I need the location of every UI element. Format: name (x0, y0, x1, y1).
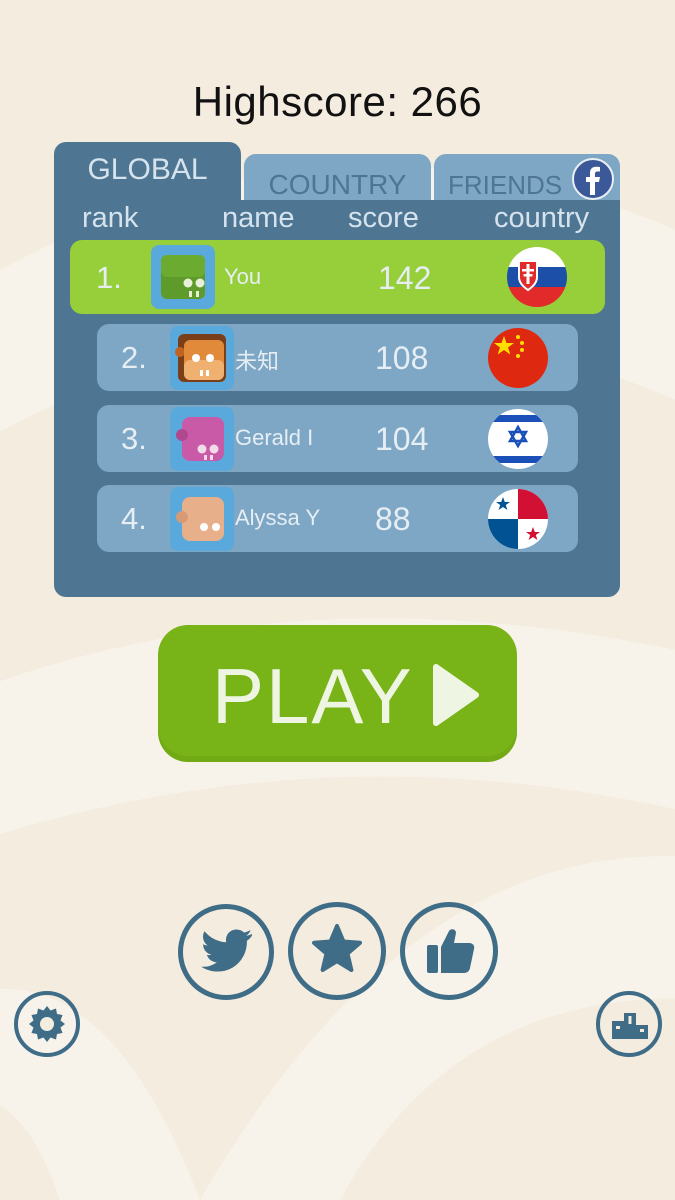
play-button[interactable]: PLAY (158, 625, 517, 762)
player-name: Gerald I (235, 425, 314, 450)
rank-number: 2. (121, 340, 147, 375)
monkey-avatar (170, 326, 234, 390)
pink-skull-avatar (170, 407, 234, 471)
highscore-label: Highscore: 266 (192, 78, 483, 125)
table-row[interactable]: 1. You 142 (70, 240, 605, 314)
podium-icon (612, 1013, 648, 1039)
tab-friends[interactable]: FRIENDS (434, 154, 620, 204)
rank-number: 1. (96, 260, 122, 295)
play-triangle-icon (433, 664, 479, 726)
tab-country[interactable]: COUNTRY (244, 154, 431, 204)
player-score: 142 (378, 260, 432, 296)
china-flag (488, 328, 548, 388)
twitter-icon (201, 929, 252, 972)
star-icon (312, 924, 362, 972)
player-name: Alyssa Y (235, 505, 321, 530)
table-row[interactable]: 2. 未知 108 (97, 324, 578, 391)
beige-head-avatar (170, 487, 234, 551)
slovakia-flag (507, 247, 567, 307)
tab-friends-label: FRIENDS (448, 170, 563, 200)
player-name: You (224, 264, 262, 289)
player-score: 88 (375, 501, 411, 537)
leaderboards-button[interactable] (596, 991, 662, 1057)
player-score: 104 (375, 421, 429, 457)
player-score: 108 (375, 340, 429, 376)
facebook-icon (572, 158, 614, 200)
column-header-name: name (222, 202, 295, 234)
leaderboard: GLOBAL COUNTRY FRIENDS rank name score c… (54, 142, 620, 651)
column-header-score: score (348, 202, 419, 234)
play-label: PLAY (212, 652, 414, 740)
table-row[interactable]: 3. Gerald I 104 (97, 405, 578, 472)
player-name: 未知 (235, 349, 280, 374)
rate-button[interactable] (288, 902, 386, 1000)
thumbs-up-icon (427, 929, 475, 973)
column-header-country: country (494, 202, 590, 234)
tab-global[interactable]: GLOBAL (54, 142, 241, 204)
like-button[interactable] (400, 902, 498, 1000)
panama-flag (488, 489, 548, 549)
twitter-button[interactable] (178, 904, 274, 1000)
rank-number: 4. (121, 501, 147, 536)
leaderboard-panel: rank name score country 1. You 142 2. 未知… (54, 200, 620, 651)
settings-button[interactable] (14, 991, 80, 1057)
rank-number: 3. (121, 421, 147, 456)
settings-gear-icon (29, 1006, 65, 1042)
column-header-rank: rank (82, 202, 139, 234)
israel-flag (488, 409, 548, 469)
green-skull-avatar (151, 245, 215, 309)
table-row[interactable]: 4. Alyssa Y 88 (97, 485, 578, 552)
